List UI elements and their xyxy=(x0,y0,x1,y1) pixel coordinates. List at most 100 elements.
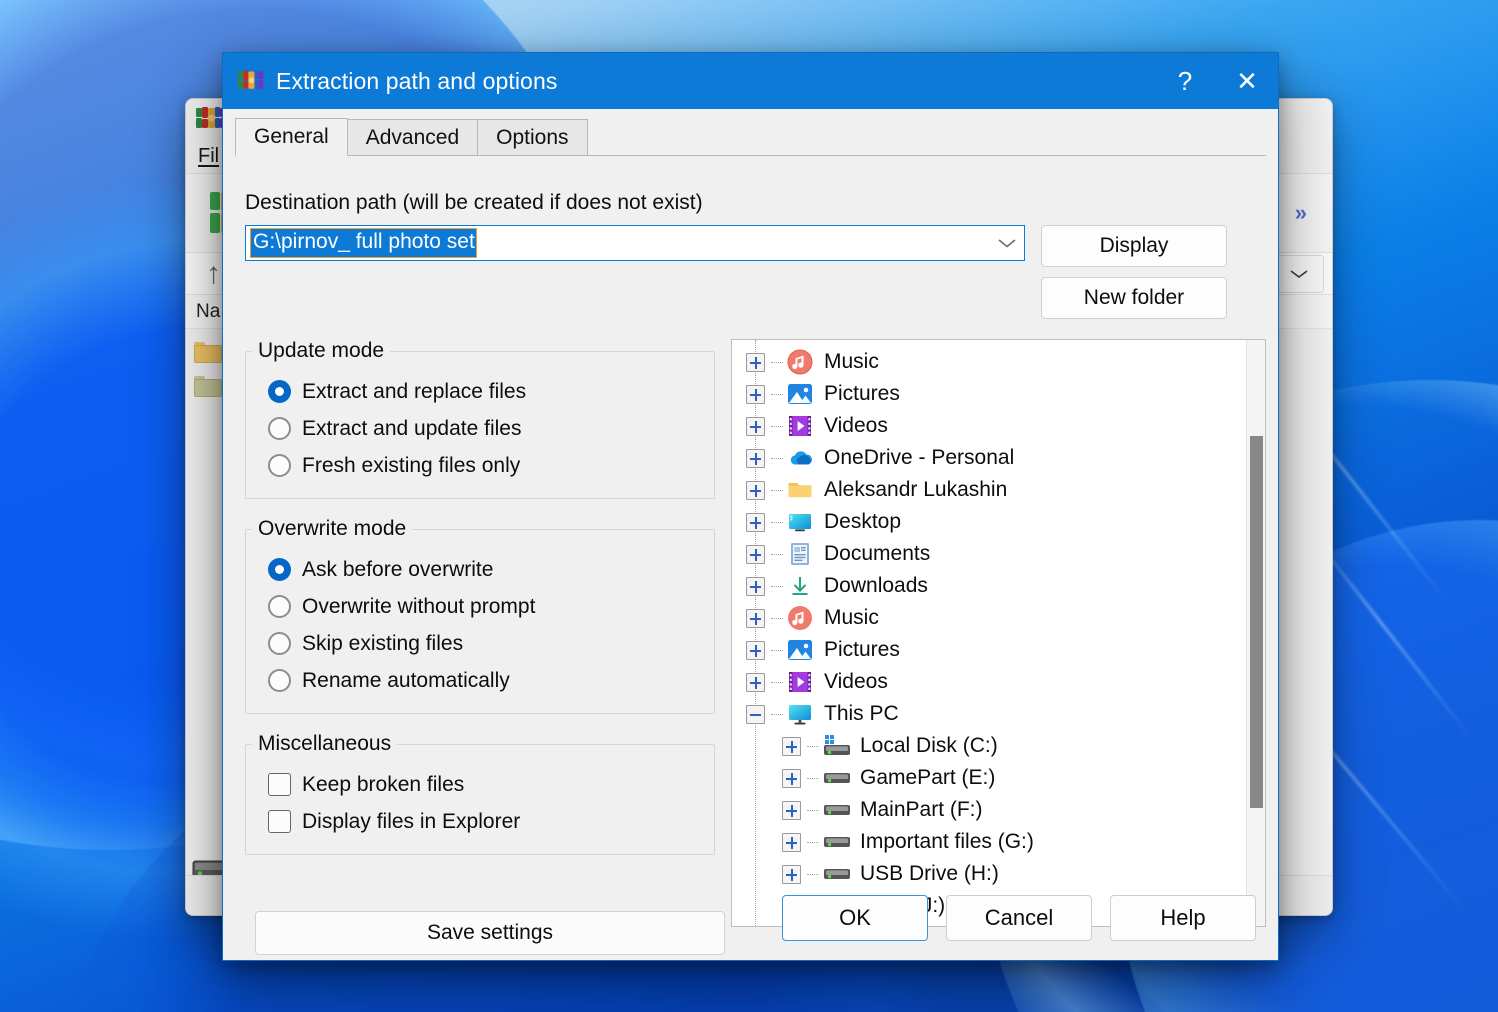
radio-icon[interactable] xyxy=(268,669,291,692)
option-label: Extract and replace files xyxy=(302,379,527,403)
close-icon[interactable]: ✕ xyxy=(1216,53,1278,109)
tree-dotted-line xyxy=(771,361,783,363)
expand-plus-icon[interactable] xyxy=(746,608,765,628)
help-footer-button[interactable]: Help xyxy=(1110,895,1256,941)
option-ask-before-overwrite[interactable]: Ask before overwrite xyxy=(246,551,714,588)
update-mode-legend: Update mode xyxy=(258,339,385,362)
dialog-titlebar[interactable]: Extraction path and options ? ✕ xyxy=(223,53,1278,109)
pictures-icon xyxy=(787,381,815,407)
help-button[interactable]: ? xyxy=(1154,53,1216,109)
extraction-options-dialog[interactable]: Extraction path and options ? ✕ General … xyxy=(222,52,1279,961)
destination-path-input[interactable]: G:\pirnov_ full photo set xyxy=(250,228,477,258)
tree-item-videos-user[interactable]: Videos xyxy=(746,666,1265,698)
chevron-down-icon xyxy=(1290,270,1308,278)
tree-item-label: Aleksandr Lukashin xyxy=(824,478,1008,501)
expand-plus-icon[interactable] xyxy=(746,352,765,372)
tree-dotted-line xyxy=(807,745,819,747)
tree-item-videos[interactable]: Videos xyxy=(746,410,1265,442)
tab-strip[interactable]: General Advanced Options xyxy=(235,118,1266,156)
expand-plus-icon[interactable] xyxy=(746,384,765,404)
expand-plus-icon[interactable] xyxy=(782,832,801,852)
option-label: Rename automatically xyxy=(302,668,510,692)
expand-plus-icon[interactable] xyxy=(746,448,765,468)
tree-item-aleksandr-lukashin[interactable]: Aleksandr Lukashin xyxy=(746,474,1265,506)
destination-path-combobox[interactable]: G:\pirnov_ full photo set xyxy=(245,225,1025,261)
tree-dotted-line xyxy=(771,553,783,555)
miscellaneous-group: Miscellaneous Keep broken files Display … xyxy=(245,732,715,855)
videos-icon xyxy=(787,413,815,439)
tree-item-downloads[interactable]: Downloads xyxy=(746,570,1265,602)
winrar-icon xyxy=(238,70,264,89)
tree-item-pictures[interactable]: Pictures xyxy=(746,378,1265,410)
tab-options[interactable]: Options xyxy=(477,119,588,155)
ok-button[interactable]: OK xyxy=(782,895,928,941)
radio-icon[interactable] xyxy=(268,558,291,581)
checkbox-icon[interactable] xyxy=(268,773,291,796)
option-rename-automatically[interactable]: Rename automatically xyxy=(246,662,714,699)
option-keep-broken-files[interactable]: Keep broken files xyxy=(246,766,714,803)
up-arrow-icon[interactable]: ↑ xyxy=(206,257,221,291)
option-label: Skip existing files xyxy=(302,631,464,655)
chevron-down-icon[interactable] xyxy=(990,226,1024,260)
option-fresh-existing-files-only[interactable]: Fresh existing files only xyxy=(246,447,714,484)
tree-item-important-files-g[interactable]: Important files (G:) xyxy=(746,826,1265,858)
overwrite-mode-group: Overwrite mode Ask before overwrite Over… xyxy=(245,517,715,714)
expand-plus-icon[interactable] xyxy=(746,544,765,564)
cancel-button[interactable]: Cancel xyxy=(946,895,1092,941)
collapse-minus-icon[interactable] xyxy=(746,704,765,724)
tree-dotted-line xyxy=(771,617,783,619)
tree-dotted-line xyxy=(807,873,819,875)
new-folder-button[interactable]: New folder xyxy=(1041,277,1227,319)
expand-plus-icon[interactable] xyxy=(746,480,765,500)
option-overwrite-without-prompt[interactable]: Overwrite without prompt xyxy=(246,588,714,625)
expand-plus-icon[interactable] xyxy=(746,512,765,532)
expand-plus-icon[interactable] xyxy=(746,576,765,596)
tree-item-mainpart-f[interactable]: MainPart (F:) xyxy=(746,794,1265,826)
tree-dotted-line xyxy=(771,425,783,427)
overwrite-mode-legend: Overwrite mode xyxy=(258,517,407,540)
option-extract-and-replace-files[interactable]: Extract and replace files xyxy=(246,373,714,410)
expand-plus-icon[interactable] xyxy=(746,640,765,660)
radio-icon[interactable] xyxy=(268,632,291,655)
tree-scroll-area[interactable]: Music Pictures Videos OneDrive - Persona… xyxy=(732,340,1265,922)
dialog-body: General Advanced Options Destination pat… xyxy=(223,109,1278,960)
checkbox-icon[interactable] xyxy=(268,810,291,833)
radio-icon[interactable] xyxy=(268,380,291,403)
expand-plus-icon[interactable] xyxy=(782,736,801,756)
background-menu-file[interactable]: Fil xyxy=(198,145,219,168)
expand-plus-icon[interactable] xyxy=(746,416,765,436)
option-label: Fresh existing files only xyxy=(302,453,521,477)
tree-scrollbar-thumb[interactable] xyxy=(1250,436,1263,808)
tree-item-pictures-user[interactable]: Pictures xyxy=(746,634,1265,666)
tree-item-onedrive-personal[interactable]: OneDrive - Personal xyxy=(746,442,1265,474)
radio-icon[interactable] xyxy=(268,454,291,477)
tree-item-label: Videos xyxy=(824,414,888,437)
tree-vertical-scrollbar[interactable] xyxy=(1246,340,1265,926)
expand-plus-icon[interactable] xyxy=(746,672,765,692)
tree-item-local-disk-c[interactable]: Local Disk (C:) xyxy=(746,730,1265,762)
folder-icon xyxy=(194,374,222,397)
tab-general[interactable]: General xyxy=(235,118,348,156)
radio-icon[interactable] xyxy=(268,417,291,440)
tree-item-documents[interactable]: Documents xyxy=(746,538,1265,570)
folder-tree[interactable]: Music Pictures Videos OneDrive - Persona… xyxy=(731,339,1266,927)
tab-advanced[interactable]: Advanced xyxy=(346,119,479,155)
tree-item-this-pc[interactable]: This PC xyxy=(746,698,1265,730)
tree-item-label: Local Disk (C:) xyxy=(860,734,998,757)
radio-icon[interactable] xyxy=(268,595,291,618)
miscellaneous-legend: Miscellaneous xyxy=(258,732,392,755)
display-button[interactable]: Display xyxy=(1041,225,1227,267)
option-extract-and-update-files[interactable]: Extract and update files xyxy=(246,410,714,447)
toolbar-overflow-icon[interactable]: » xyxy=(1295,200,1307,226)
option-display-files-in-explorer[interactable]: Display files in Explorer xyxy=(246,803,714,840)
option-skip-existing-files[interactable]: Skip existing files xyxy=(246,625,714,662)
expand-plus-icon[interactable] xyxy=(782,768,801,788)
tree-dotted-line xyxy=(771,713,783,715)
tree-item-music-user[interactable]: Music xyxy=(746,602,1265,634)
address-dropdown-button[interactable] xyxy=(1274,255,1324,293)
tree-item-desktop[interactable]: Desktop xyxy=(746,506,1265,538)
tree-item-music[interactable]: Music xyxy=(746,346,1265,378)
onedrive-icon xyxy=(787,445,815,471)
expand-plus-icon[interactable] xyxy=(782,800,801,820)
tree-item-gamepart-e[interactable]: GamePart (E:) xyxy=(746,762,1265,794)
